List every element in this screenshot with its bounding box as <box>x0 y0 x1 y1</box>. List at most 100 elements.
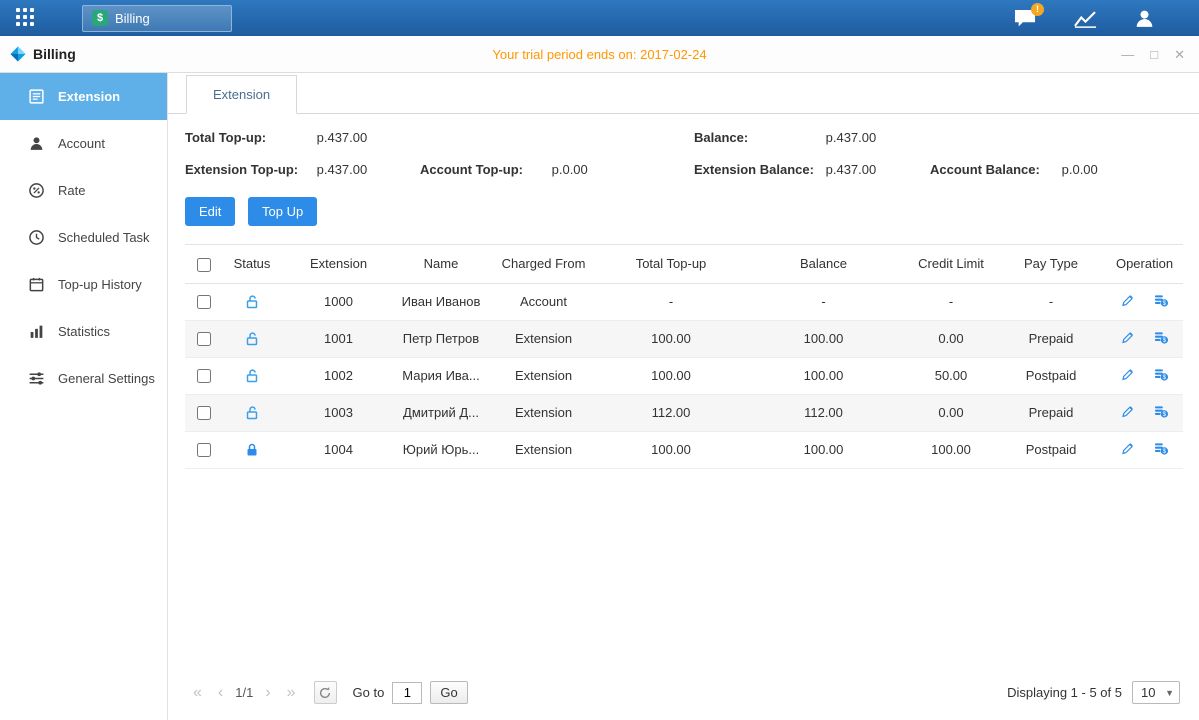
row-checkbox[interactable] <box>197 295 211 309</box>
first-page-button[interactable]: « <box>185 684 210 702</box>
prev-page-button[interactable]: ‹ <box>210 684 231 702</box>
top-up-button[interactable]: Top Up <box>248 197 317 226</box>
sidebar-item-rate[interactable]: Rate <box>0 167 167 214</box>
row-checkbox[interactable] <box>197 332 211 346</box>
summary-value: p.437.00 <box>826 130 877 145</box>
sidebar-item-general-settings[interactable]: General Settings <box>0 355 167 402</box>
edit-row-icon[interactable] <box>1120 441 1135 459</box>
dollar-icon: $ <box>92 10 108 26</box>
action-buttons: Edit Top Up <box>185 197 1182 226</box>
edit-row-icon[interactable] <box>1120 293 1135 311</box>
edit-row-icon[interactable] <box>1120 404 1135 422</box>
statistics-chart-icon[interactable] <box>1073 9 1098 28</box>
edit-row-icon[interactable] <box>1120 330 1135 348</box>
window-titlebar: Billing Your trial period ends on: 2017-… <box>0 36 1199 73</box>
tab-extension[interactable]: Extension <box>186 75 297 114</box>
sidebar-label: General Settings <box>58 371 155 386</box>
maximize-icon[interactable]: □ <box>1150 48 1158 61</box>
top-up-row-icon[interactable]: $ <box>1153 441 1169 459</box>
summary-label: Account Top-up: <box>420 162 548 177</box>
operation-cell: $ <box>1106 431 1183 468</box>
page-size-select[interactable]: 10 ▼ <box>1132 681 1180 704</box>
next-page-button[interactable]: › <box>257 684 278 702</box>
sidebar-item-account[interactable]: Account <box>0 120 167 167</box>
top-up-row-icon[interactable]: $ <box>1153 330 1169 348</box>
extension-cell: 1000 <box>281 283 396 320</box>
header-operation: Operation <box>1106 245 1183 284</box>
last-page-button[interactable]: » <box>279 684 304 702</box>
credit-limit-cell: 100.00 <box>906 431 996 468</box>
minimize-icon[interactable]: — <box>1121 48 1134 61</box>
svg-text:$: $ <box>1162 411 1166 418</box>
notification-badge: ! <box>1031 3 1044 16</box>
extension-cell: 1002 <box>281 357 396 394</box>
balance-cell: 100.00 <box>741 357 906 394</box>
select-all-checkbox[interactable] <box>197 258 211 272</box>
go-button[interactable]: Go <box>430 681 467 704</box>
operation-cell: $ <box>1106 394 1183 431</box>
status-cell <box>223 394 281 431</box>
row-checkbox[interactable] <box>197 443 211 457</box>
person-icon <box>1134 9 1155 28</box>
summary-balance: Balance: p.437.00 <box>694 130 930 145</box>
header-balance: Balance <box>741 245 906 284</box>
locked-icon[interactable] <box>244 442 260 458</box>
billing-logo-icon <box>10 46 26 62</box>
topbar: $ Billing ! <box>0 0 1199 36</box>
extension-cell: 1004 <box>281 431 396 468</box>
user-account-icon[interactable] <box>1134 9 1155 28</box>
notifications-icon[interactable]: ! <box>1013 9 1037 28</box>
pay-type-cell: Postpaid <box>996 431 1106 468</box>
pay-type-cell: Prepaid <box>996 394 1106 431</box>
unlocked-icon[interactable] <box>244 331 260 347</box>
summary-value: p.437.00 <box>317 162 368 177</box>
pay-type-cell: Prepaid <box>996 320 1106 357</box>
sidebar-label: Scheduled Task <box>58 230 150 245</box>
balance-cell: - <box>741 283 906 320</box>
balance-summary: Total Top-up: p.437.00 Balance: p.437.00… <box>185 130 1182 177</box>
table-row: 1001 Петр Петров Extension 100.00 100.00… <box>185 320 1183 357</box>
table-row: 1002 Мария Ива... Extension 100.00 100.0… <box>185 357 1183 394</box>
summary-label: Balance: <box>694 130 822 145</box>
displaying-text: Displaying 1 - 5 of 5 <box>1007 685 1122 700</box>
goto-page-input[interactable] <box>392 682 422 704</box>
unlocked-icon[interactable] <box>244 294 260 310</box>
edit-row-icon[interactable] <box>1120 367 1135 385</box>
row-checkbox[interactable] <box>197 406 211 420</box>
summary-extension-topup: Extension Top-up: p.437.00 <box>185 162 420 177</box>
app-grid-icon[interactable] <box>16 8 36 28</box>
sidebar-label: Statistics <box>58 324 110 339</box>
sidebar-item-scheduled-task[interactable]: Scheduled Task <box>0 214 167 261</box>
summary-label: Account Balance: <box>930 162 1058 177</box>
top-up-row-icon[interactable]: $ <box>1153 293 1169 311</box>
app-shell: Extension Account Rate Scheduled Task <box>0 73 1199 720</box>
operation-cell: $ <box>1106 357 1183 394</box>
close-icon[interactable]: ✕ <box>1174 48 1185 61</box>
edit-button[interactable]: Edit <box>185 197 235 226</box>
refresh-button[interactable] <box>314 681 337 704</box>
window-controls: — □ ✕ <box>1121 48 1185 61</box>
svg-text:$: $ <box>1162 300 1166 307</box>
unlocked-icon[interactable] <box>244 405 260 421</box>
row-checkbox[interactable] <box>197 369 211 383</box>
credit-limit-cell: 50.00 <box>906 357 996 394</box>
summary-label: Extension Balance: <box>694 162 822 177</box>
table-header-row: Status Extension Name Charged From Total… <box>185 245 1183 284</box>
name-cell: Мария Ива... <box>396 357 486 394</box>
page-size-value: 10 <box>1141 685 1155 700</box>
name-cell: Петр Петров <box>396 320 486 357</box>
sidebar: Extension Account Rate Scheduled Task <box>0 73 168 720</box>
sidebar-item-topup-history[interactable]: Top-up History <box>0 261 167 308</box>
goto-label: Go to <box>353 685 385 700</box>
summary-spacer <box>420 130 694 145</box>
sidebar-item-statistics[interactable]: Statistics <box>0 308 167 355</box>
unlocked-icon[interactable] <box>244 368 260 384</box>
clock-icon <box>28 229 45 246</box>
name-cell: Иван Иванов <box>396 283 486 320</box>
billing-app-tab[interactable]: $ Billing <box>82 5 232 32</box>
top-up-row-icon[interactable]: $ <box>1153 404 1169 422</box>
main-panel: Extension Total Top-up: p.437.00 Balance… <box>168 73 1199 720</box>
top-up-row-icon[interactable]: $ <box>1153 367 1169 385</box>
extension-icon <box>28 88 45 105</box>
sidebar-item-extension[interactable]: Extension <box>0 73 167 120</box>
